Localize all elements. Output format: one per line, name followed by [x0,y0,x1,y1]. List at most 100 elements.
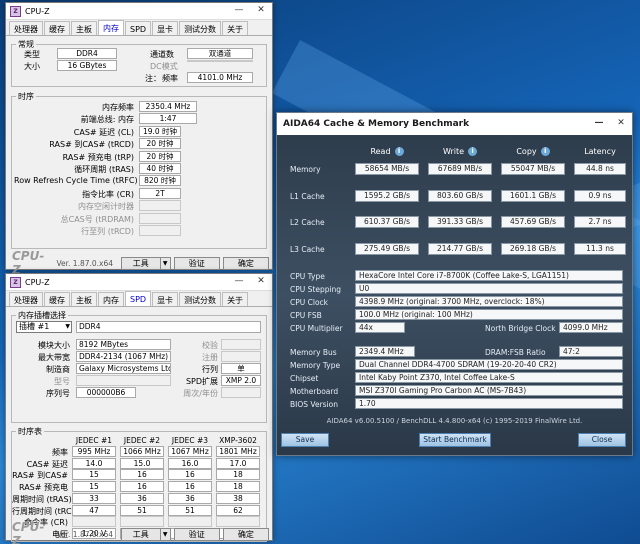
tools-button[interactable]: 工具 ▼ [120,527,171,541]
tab-processor[interactable]: 处理器 [9,292,43,306]
tab-graphics[interactable]: 显卡 [152,21,179,35]
motherboard-label: Motherboard [290,387,339,396]
slot-type-value: DDR4 [76,321,261,333]
title-bar: Z CPU-Z — ✕ [6,274,272,291]
timing-value: 820 时钟 [139,175,181,187]
minimize-icon[interactable]: — [228,3,250,19]
week-year-value [221,387,261,398]
info-icon[interactable]: i [540,147,550,156]
minimize-icon[interactable]: — [588,116,610,132]
benchmark-result-cell: 803.60 GB/s [428,189,492,202]
info-icon[interactable]: i [468,147,478,156]
timing-row-label: 频率 [52,448,68,457]
benchmark-result-cell: 55047 MB/s [501,163,565,175]
footer-bar: CPU-Z Ver. 1.87.0.x64 工具 ▼ 验证 确定 [6,520,272,544]
cpu-multiplier-label: CPU Multiplier [290,324,343,333]
column-header-label: Write [442,147,465,156]
tools-button-label: 工具 [132,529,149,539]
timing-row-label: 行周期时间 (tRC) [12,506,75,516]
title-bar: AIDA64 Cache & Memory Benchmark — ✕ [277,113,632,135]
tab-about[interactable]: 关于 [222,292,249,306]
module-size-value: 8192 MBytes [76,339,171,350]
max-bandwidth-value: DDR4-2134 (1067 MHz) [76,351,171,362]
ecc-label: 校验 [202,341,218,350]
tab-mainboard[interactable]: 主板 [71,21,97,35]
max-bandwidth-label: 最大带宽 [38,353,70,362]
title-bar: Z CPU-Z — ✕ [6,3,272,20]
ok-button[interactable]: 确定 [222,527,269,541]
minimize-icon[interactable]: — [228,274,250,290]
timing-label: RAS# 预充电 (tRP) [62,152,134,162]
tab-memory[interactable]: 内存 [98,20,124,35]
benchmark-column-header: Copy i [501,147,565,156]
tab-graphics[interactable]: 显卡 [152,292,179,306]
tab-about[interactable]: 关于 [222,21,249,35]
benchmark-result-cell: 610.37 GB/s [355,216,419,228]
start-benchmark-button[interactable]: Start Benchmark [419,433,491,447]
close-icon[interactable]: ✕ [250,3,272,19]
spd-ext-label: SPD扩展 [185,377,218,386]
window-title: AIDA64 Cache & Memory Benchmark [283,119,470,129]
tab-memory[interactable]: 内存 [98,292,124,306]
benchmark-result-cell: 0.9 ns [574,189,626,202]
timing-value: 2350.4 MHz [139,101,197,112]
benchmark-column-header: Write i [428,147,492,156]
memory-bus-label: Memory Bus [290,348,337,357]
type-label: 类型 [24,50,40,59]
tab-bench[interactable]: 测试分数 [179,21,222,35]
week-year-label: 周次/年份 [183,389,218,398]
timings-group: 时序 内存频率 2350.4 MHz 前端总线: 内存 1:47 CAS# 延迟 (CL… [11,91,267,249]
timing-cell: 15 [72,481,116,493]
ok-button[interactable]: 确定 [222,256,269,270]
slot-select[interactable]: 插槽 #1 ▼ [16,321,72,333]
tab-bar: 处理器 缓存 主板 内存 SPD 显卡 测试分数 关于 [6,20,272,36]
validate-button[interactable]: 验证 [173,527,220,541]
cpu-stepping-value: U0 [355,283,623,294]
benchmark-result-cell: 457.69 GB/s [501,216,565,228]
tab-cache[interactable]: 缓存 [44,292,70,306]
cpu-type-label: CPU Type [290,272,325,281]
cpuz-spd-window: Z CPU-Z — ✕ 处理器 缓存 主板 内存 SPD 显卡 测试分数 关于 … [5,273,273,544]
slot-select-value: 插槽 #1 [19,322,50,331]
memory-type-label: Memory Type [290,361,341,370]
ecc-value [221,339,261,350]
tools-button[interactable]: 工具 ▼ [120,256,171,270]
chipset-label: Chipset [290,374,319,383]
save-button[interactable]: Save [281,433,329,447]
spd-panel: 内存插槽选择 插槽 #1 ▼ DDR4 模块大小 8192 MBytes 最大带宽… [6,307,272,542]
info-icon[interactable]: i [394,147,404,156]
tab-spd[interactable]: SPD [125,21,152,35]
spd-ext-value: XMP 2.0 [221,375,261,386]
cpu-fsb-value: 100.0 MHz (original: 100 MHz) [355,309,623,320]
benchmark-result-cell: 67689 MB/s [428,163,492,175]
chevron-down-icon[interactable]: ▼ [159,528,170,540]
timing-cell: 17.0 [216,457,260,469]
benchmark-body: Read i Write i Copy i Latency Memory 58654 MB/s… [277,135,632,455]
timing-label: 总CAS号 (tRDRAM) [60,214,134,224]
close-icon[interactable]: ✕ [610,116,632,132]
tools-button-label: 工具 [132,258,149,268]
validate-button[interactable]: 验证 [173,256,220,270]
bios-label: BIOS Version [290,400,338,409]
tab-processor[interactable]: 处理器 [9,21,43,35]
timing-column-header: JEDEC #2 [123,436,161,445]
chevron-down-icon[interactable]: ▼ [159,257,170,269]
model-label: 型号 [54,377,70,386]
tab-cache[interactable]: 缓存 [44,21,70,35]
tab-bench[interactable]: 测试分数 [179,292,222,306]
dram-fsb-label: DRAM:FSB Ratio [485,348,546,357]
bios-value: 1.70 [355,398,623,409]
timing-cell: 16 [168,469,212,481]
memory-bus-value: 2349.4 MHz [355,346,415,357]
benchmark-result-cell: 44.8 ns [574,163,626,175]
close-icon[interactable]: ✕ [250,274,272,290]
cpuz-app-icon: Z [10,5,21,17]
benchmark-row-label: L3 Cache [290,244,325,254]
tab-spd[interactable]: SPD [125,291,152,306]
timing-value: 2T [139,187,181,199]
tab-mainboard[interactable]: 主板 [71,292,97,306]
ranks-label: 行列 [202,365,218,374]
slot-group: 内存插槽选择 插槽 #1 ▼ DDR4 模块大小 8192 MBytes 最大带宽… [11,310,267,423]
close-button[interactable]: Close [578,433,626,447]
timing-column-header: XMP-3602 [219,436,257,445]
